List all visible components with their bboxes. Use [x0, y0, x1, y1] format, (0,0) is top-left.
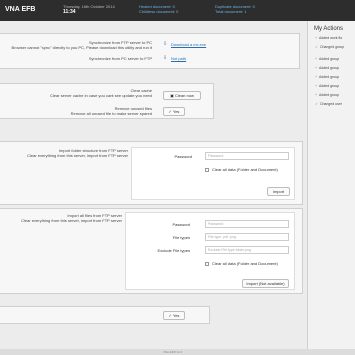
run-link[interactable]: Not path: [171, 56, 186, 61]
plus-icon: +: [315, 75, 318, 79]
my-actions-sidebar: My Actions + Added work flo ✓ Changed grou…: [307, 21, 355, 349]
plus-icon: +: [315, 66, 318, 70]
import-files-form: Password Password File types File type .…: [125, 212, 295, 290]
remove-yes-label: Yes: [172, 109, 180, 114]
import-button[interactable]: Import: [267, 187, 290, 196]
password-label: Password: [174, 154, 192, 159]
version-text: VNA EFB v1.0: [163, 350, 183, 354]
check-icon: ✓: [168, 109, 172, 114]
last-yes-button[interactable]: ✓Yes: [163, 311, 185, 320]
clear-all-label: Clear all data (Folder and Document): [212, 261, 278, 266]
brand-logo[interactable]: VNA EFB: [5, 6, 35, 13]
action-item[interactable]: + Added group: [315, 75, 339, 79]
clean-now-button[interactable]: ▣Clean now: [163, 91, 201, 100]
file-types-input[interactable]: File type .pdf .png: [205, 233, 289, 241]
plus-icon: +: [315, 93, 318, 97]
my-actions-title: My Actions: [314, 26, 344, 32]
trash-icon: ▣: [170, 93, 174, 98]
remove-unused-desc: Remove all unused file to make server sp…: [70, 111, 152, 116]
stat-total[interactable]: Total document: 1: [215, 9, 255, 14]
import-structure-desc: Clear everything from this server, impor…: [27, 153, 128, 158]
last-panel: ✓Yes: [0, 306, 210, 324]
stats-right: Duplicate document: 0 Total document: 1: [215, 4, 255, 14]
import-structure-password-input[interactable]: Password: [205, 152, 289, 160]
remove-yes-button[interactable]: ✓Yes: [163, 107, 185, 116]
action-item[interactable]: + Added work flo: [315, 36, 342, 40]
clean-now-label: Clean now: [174, 93, 194, 98]
file-types-label: File types: [172, 235, 190, 240]
exclude-file-types-label: Exclude File types: [157, 248, 190, 253]
exclude-file-types-input[interactable]: Exclude File type folder.png: [205, 246, 289, 254]
main-content: Synchronize from FTP server to PC Browse…: [0, 21, 307, 349]
top-bar: VNA EFB Thursday, 16th October 2014 11:3…: [0, 0, 355, 21]
footer: VNA EFB v1.0: [0, 349, 355, 355]
clear-all-checkbox[interactable]: [205, 262, 209, 266]
sync-note-text: Browser cannot "sync" directly to you PC…: [11, 45, 152, 50]
last-yes-label: Yes: [172, 313, 180, 318]
clear-cache-desc: Clear server cache in case you cant see …: [49, 93, 152, 98]
sync-pc-to-ftp-text: Synchronize from PC server to FTP: [88, 56, 152, 61]
check-icon: ✓: [168, 313, 172, 318]
action-item[interactable]: + Added group: [315, 93, 339, 97]
import-files-panel: Import all files from FTP server Clear e…: [0, 208, 303, 294]
refresh-icon: ✓: [315, 102, 318, 106]
action-item[interactable]: + Added group: [315, 66, 339, 70]
plus-icon: +: [315, 57, 318, 61]
action-item[interactable]: + Added group: [315, 57, 339, 61]
plus-icon: +: [315, 36, 318, 40]
stats-left: Healed document: 0 Childless document: 0: [139, 4, 178, 14]
password-label: Password: [172, 222, 190, 227]
cache-panel: Clear cache Clear server cache in case y…: [0, 83, 214, 119]
import-structure-panel: Import folder structure from FTP server …: [0, 141, 303, 205]
import-not-available-button[interactable]: Import (Not available): [242, 279, 289, 288]
import-structure-form: Password Password Clear all data (Folder…: [131, 147, 295, 200]
clear-all-checkbox[interactable]: [205, 168, 209, 172]
plus-icon: +: [315, 84, 318, 88]
stat-childless[interactable]: Childless document: 0: [139, 9, 178, 14]
action-item[interactable]: ✓ Changed group: [315, 45, 344, 49]
clear-all-label: Clear all data (Folder and Document): [212, 167, 278, 172]
sync-panel: Synchronize from FTP server to PC Browse…: [0, 33, 300, 69]
download-icon: ⇩: [163, 41, 168, 47]
import-files-password-input[interactable]: Password: [205, 220, 289, 228]
action-item[interactable]: + Added group: [315, 84, 339, 88]
download-link[interactable]: Download a mc.exe: [171, 42, 206, 47]
time: 11:34: [63, 9, 76, 15]
run-icon: ⇩: [163, 55, 168, 61]
refresh-icon: ✓: [315, 45, 318, 49]
import-files-desc: Clear everything from this server, impor…: [21, 218, 122, 223]
date-time: Thursday, 16th October 2014 11:34: [63, 4, 115, 15]
action-item[interactable]: ✓ Changed user: [315, 102, 342, 106]
